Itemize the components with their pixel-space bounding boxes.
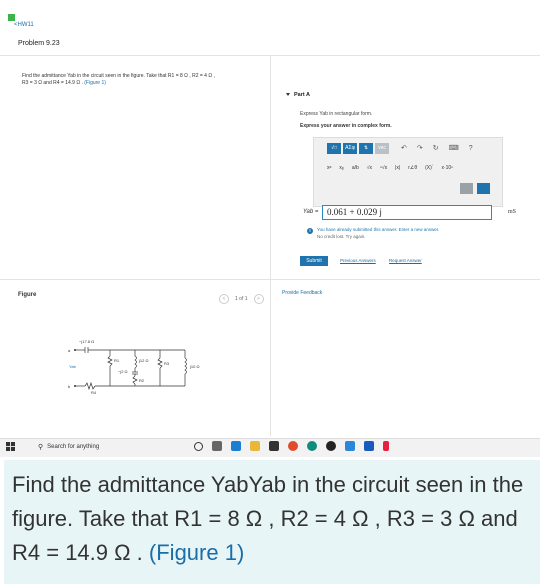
top-bar [0, 0, 540, 18]
yab-label: Yab [69, 364, 77, 369]
instruction-complex: Express your answer in complex form. [300, 123, 392, 129]
answer-variable-label: Yab = [303, 209, 319, 215]
greek-symbols-button[interactable]: AΣφ [343, 143, 357, 154]
toolbar-row-1: √□ AΣφ ⇅ vec ↶ ↷ ↻ ⌨ ? [327, 143, 473, 154]
r1-label: R1 [114, 358, 120, 363]
provide-feedback-link[interactable]: Provide Feedback [282, 290, 322, 296]
answer-input[interactable]: 0.061 + 0.029 j [322, 205, 492, 220]
circuit-diagram: −j17.8 Ω a b R4 R1 j12 Ω −j2 Ω R2 R3 j10… [68, 339, 199, 395]
figure-link[interactable]: (Figure 1) [84, 80, 106, 86]
reset-icon[interactable]: ↻ [433, 143, 439, 154]
store-icon[interactable] [269, 441, 279, 451]
arrows-button[interactable]: ⇅ [359, 143, 373, 154]
edge-icon[interactable] [307, 441, 317, 451]
collapse-triangle-icon [286, 93, 290, 97]
polar-button[interactable]: r∠θ [408, 165, 417, 171]
task-view-icon[interactable] [212, 441, 222, 451]
vector-button[interactable]: vec [375, 143, 389, 154]
figure-pager: < 1 of 1 > [219, 294, 264, 304]
cortana-icon[interactable] [194, 441, 203, 451]
abs-value-button[interactable]: |x| [395, 165, 400, 171]
panel-divider [270, 56, 271, 436]
instruction-rectangular: Express Yab in rectangular form. [300, 111, 373, 117]
app-icon[interactable] [345, 441, 355, 451]
windows-start-icon[interactable] [6, 442, 15, 451]
taskbar-search[interactable]: ⚲ Search for anything [38, 439, 158, 455]
divider [0, 279, 540, 280]
undo-icon[interactable]: ↶ [401, 143, 407, 154]
feedback-submessage: No credit lost. Try again. [317, 234, 366, 239]
next-figure-button[interactable]: > [253, 294, 264, 304]
help-icon[interactable]: ? [469, 143, 473, 154]
word-icon[interactable] [364, 441, 374, 451]
part-a-header[interactable]: Part A [286, 92, 310, 98]
j12-label: j12 Ω [138, 358, 148, 363]
search-placeholder: Search for anything [47, 444, 100, 450]
file-explorer-icon[interactable] [250, 441, 260, 451]
sqrt-button[interactable]: √x [367, 165, 372, 171]
neg-j2-label: −j2 Ω [118, 369, 128, 374]
superscript-button[interactable]: xᵃ [327, 165, 331, 171]
caption-text: Find the admittance YabYab in the circui… [12, 468, 532, 570]
cap-label: −j17.8 Ω [79, 339, 94, 344]
redo-icon[interactable]: ↷ [417, 143, 423, 154]
feedback-message: You have already submitted this answer. … [317, 227, 440, 232]
nth-root-button[interactable]: ⁿ√x [380, 165, 387, 171]
request-answer-link[interactable]: Request Answer [389, 258, 422, 263]
units-icon[interactable] [477, 183, 490, 194]
submit-button[interactable]: Submit [300, 256, 328, 266]
sci-notation-button[interactable]: x·10ⁿ [441, 165, 453, 171]
delete-icon[interactable] [460, 183, 473, 194]
pager-text: 1 of 1 [235, 296, 248, 302]
keyboard-icon[interactable]: ⌨ [449, 143, 459, 154]
search-icon: ⚲ [38, 444, 44, 451]
subscript-button[interactable]: xᵦ [339, 165, 343, 171]
answer-units: mS [508, 209, 517, 215]
prev-figure-button[interactable]: < [219, 294, 229, 304]
fraction-button[interactable]: a/b [352, 165, 359, 171]
templates-button[interactable]: √□ [327, 143, 341, 154]
steam-icon[interactable] [326, 441, 336, 451]
caption-figure-link[interactable]: (Figure 1) [149, 540, 244, 565]
info-icon: ! [307, 228, 313, 234]
statement-text-1: Find the admittance Yab in the circuit s… [22, 73, 215, 79]
r3-label: R3 [164, 361, 170, 366]
part-a-label: Part A [294, 92, 310, 98]
node-b-label: b [68, 384, 71, 389]
j10-label: j10 Ω [189, 364, 199, 369]
back-link[interactable]: <HW11 [14, 22, 34, 28]
transpose-button[interactable]: (X)´ [425, 165, 433, 171]
chrome-icon[interactable] [288, 441, 298, 451]
caption-body: Find the admittance YabYab in the circui… [12, 472, 524, 565]
taskbar-icons [194, 441, 389, 451]
problem-statement: Find the admittance Yab in the circuit s… [22, 73, 262, 87]
figure-label: Figure [18, 292, 37, 298]
node-a-label: a [68, 348, 71, 353]
problem-title: Problem 9.23 [18, 40, 60, 47]
mail-icon[interactable] [231, 441, 241, 451]
previous-answers-link[interactable]: Previous Answers [340, 258, 376, 263]
brand-mark [8, 14, 15, 21]
bolt-icon[interactable] [383, 441, 389, 451]
r2-label: R2 [139, 378, 145, 383]
toolbar-row-2: xᵃ xᵦ a/b √x ⁿ√x |x| r∠θ (X)´ x·10ⁿ [327, 162, 453, 174]
statement-text-2: R3 = 3 Ω and R4 = 14.9 Ω . [22, 80, 83, 86]
r4-label: R4 [91, 390, 97, 395]
